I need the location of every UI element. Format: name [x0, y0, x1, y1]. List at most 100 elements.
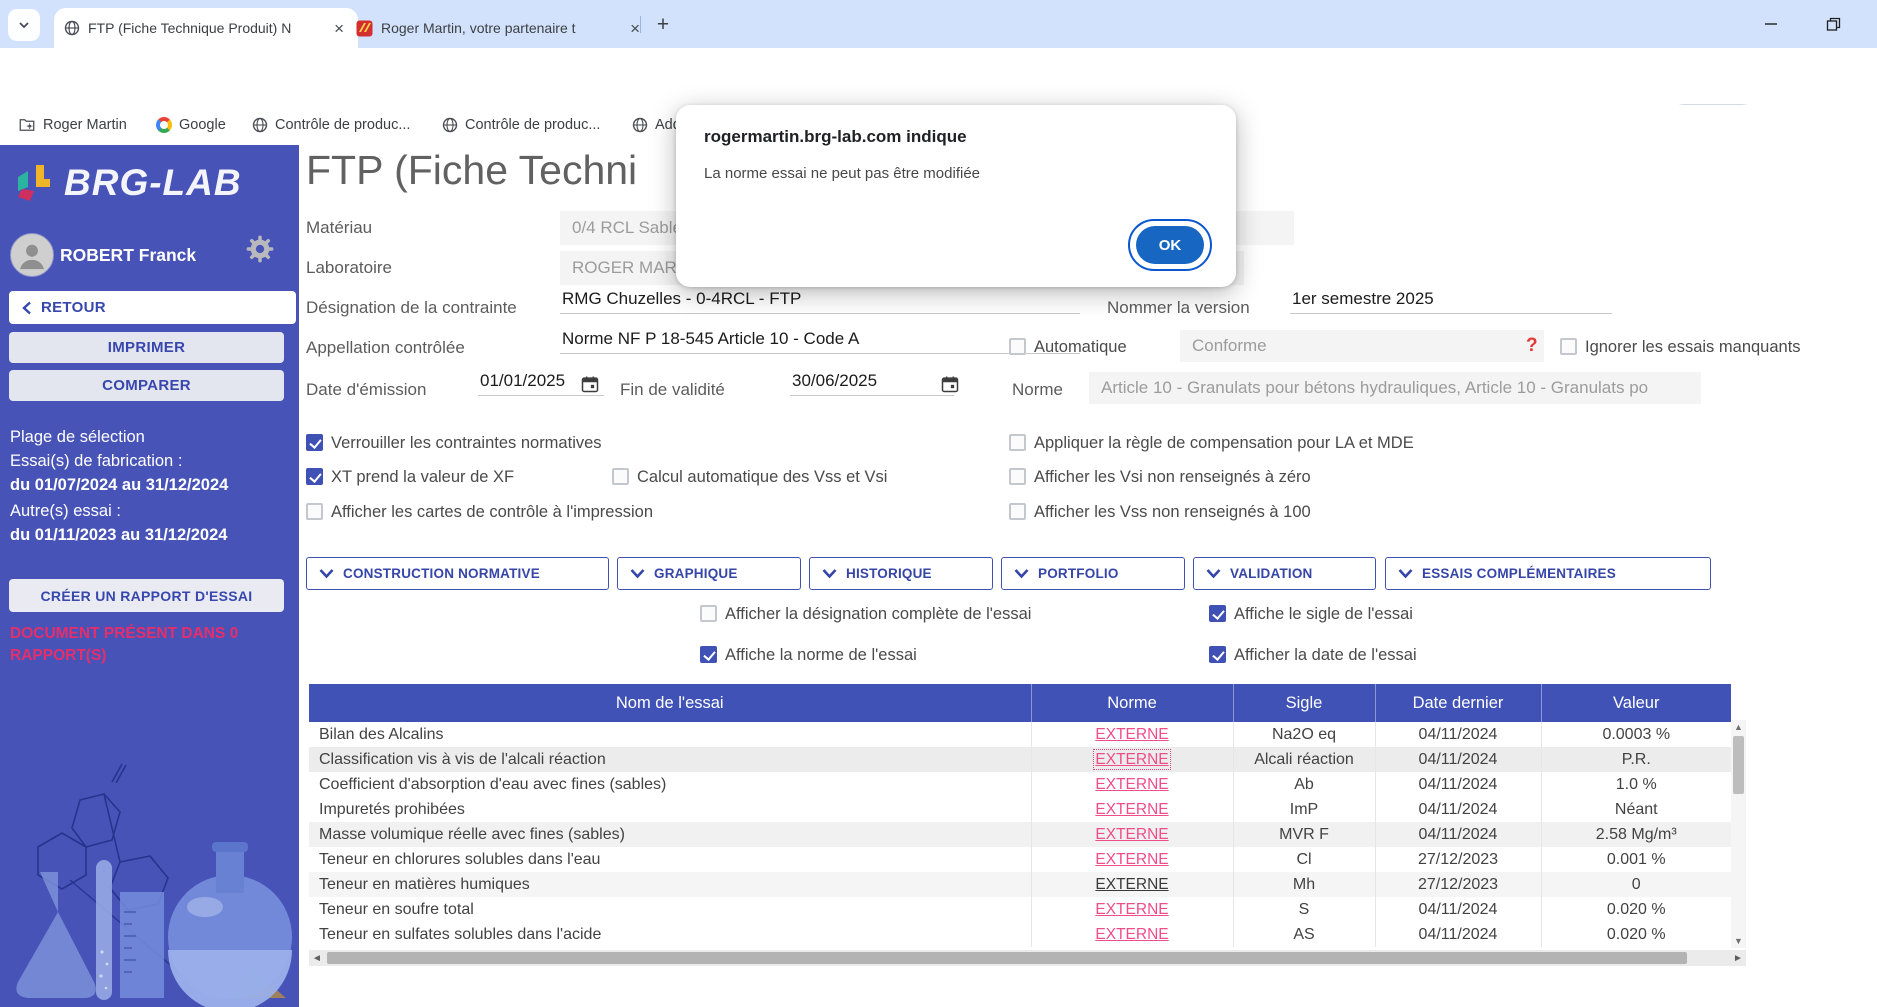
- checkbox-verrouiller[interactable]: [306, 434, 323, 451]
- create-report-label: CRÉER UN RAPPORT D'ESSAI: [41, 588, 253, 604]
- close-tab-icon[interactable]: ×: [626, 19, 644, 38]
- essai-date: 04/11/2024: [1375, 747, 1541, 772]
- norme-externe-link[interactable]: EXTERNE: [1095, 926, 1168, 943]
- designation-input[interactable]: [560, 289, 1080, 314]
- accordion-historique[interactable]: HISTORIQUE: [809, 557, 993, 590]
- norme-externe-link[interactable]: EXTERNE: [1095, 726, 1168, 743]
- checkbox-calcul-vss-vsi[interactable]: [612, 468, 629, 485]
- retour-label: RETOUR: [41, 299, 106, 316]
- table-row[interactable]: Classification vis à vis de l'alcali réa…: [309, 747, 1731, 772]
- calendar-icon[interactable]: [580, 374, 600, 399]
- date-emission-label: Date d'émission: [306, 380, 426, 400]
- help-question-mark[interactable]: ?: [1526, 335, 1538, 357]
- compare-label: COMPARER: [102, 377, 191, 394]
- checkbox-automatique[interactable]: [1009, 338, 1026, 355]
- essai-sigle: Alcali réaction: [1233, 747, 1375, 772]
- checkbox-vss-100[interactable]: [1009, 503, 1026, 520]
- version-input[interactable]: [1290, 289, 1612, 314]
- table-horizontal-scrollbar[interactable]: ◄ ►: [309, 950, 1746, 966]
- table-vertical-scrollbar[interactable]: ▲ ▼: [1731, 720, 1746, 948]
- table-row[interactable]: Masse volumique réelle avec fines (sable…: [309, 822, 1731, 847]
- scroll-up-icon[interactable]: ▲: [1731, 720, 1746, 734]
- fin-validite-input[interactable]: [790, 371, 954, 396]
- norme-externe-link[interactable]: EXTERNE: [1095, 876, 1168, 893]
- norme-externe-link[interactable]: EXTERNE: [1095, 801, 1168, 818]
- other-essai-range: du 01/11/2023 au 31/12/2024: [10, 526, 227, 545]
- accordion-label: CONSTRUCTION NORMATIVE: [343, 566, 540, 581]
- norme-externe-link[interactable]: EXTERNE: [1095, 751, 1168, 768]
- bookmark-roger-martin[interactable]: Roger Martin: [18, 105, 127, 145]
- checkbox-designation-complete[interactable]: [700, 605, 717, 622]
- accordion-validation[interactable]: VALIDATION: [1193, 557, 1376, 590]
- verrouiller-label: Verrouiller les contraintes normatives: [331, 434, 602, 453]
- essai-name: Masse volumique réelle avec fines (sable…: [309, 822, 1031, 847]
- tab-ftp[interactable]: FTP (Fiche Technique Produit) N ×: [54, 8, 358, 48]
- scroll-left-icon[interactable]: ◄: [309, 950, 325, 966]
- bookmark-add[interactable]: Add: [632, 105, 681, 145]
- norme-externe-link[interactable]: EXTERNE: [1095, 851, 1168, 868]
- col-norme: Norme: [1031, 684, 1233, 722]
- table-row[interactable]: Coefficient d'absorption d'eau avec fine…: [309, 772, 1731, 797]
- chevron-down-icon: [630, 568, 645, 579]
- bookmark-controle-2[interactable]: Contrôle de produc...: [442, 105, 600, 145]
- essai-name: Coefficient d'absorption d'eau avec fine…: [309, 772, 1031, 797]
- table-row[interactable]: Teneur en matières humiques EXTERNE Mh 2…: [309, 872, 1731, 897]
- essai-date: 04/11/2024: [1375, 722, 1541, 747]
- new-tab-button[interactable]: +: [650, 12, 676, 38]
- checkbox-affiche-norme[interactable]: [700, 646, 717, 663]
- window-restore-button[interactable]: [1818, 12, 1848, 36]
- essai-valeur: 0.0003 %: [1541, 722, 1731, 747]
- col-valeur: Valeur: [1541, 684, 1731, 722]
- vertical-scroll-thumb[interactable]: [1733, 736, 1744, 794]
- appellation-input[interactable]: [560, 329, 1080, 354]
- gear-icon[interactable]: [244, 233, 276, 270]
- accordion-construction-normative[interactable]: CONSTRUCTION NORMATIVE: [306, 557, 609, 590]
- norme-externe-link[interactable]: EXTERNE: [1095, 901, 1168, 918]
- calendar-icon[interactable]: [940, 374, 960, 399]
- back-retour-button[interactable]: RETOUR: [9, 291, 296, 324]
- norme-externe-link[interactable]: EXTERNE: [1095, 776, 1168, 793]
- table-row[interactable]: Bilan des Alcalins EXTERNE Na2O eq 04/11…: [309, 722, 1731, 747]
- bookmark-controle-1[interactable]: Contrôle de produc...: [252, 105, 410, 145]
- checkbox-xt-xf[interactable]: [306, 468, 323, 485]
- norme-externe-link[interactable]: EXTERNE: [1095, 826, 1168, 843]
- essai-sigle: Na2O eq: [1233, 722, 1375, 747]
- compensation-label: Appliquer la règle de compensation pour …: [1034, 434, 1414, 453]
- compare-button[interactable]: COMPARER: [9, 370, 284, 401]
- essai-name: Teneur en sulfates solubles dans l'acide: [309, 922, 1031, 947]
- checkbox-compensation[interactable]: [1009, 434, 1026, 451]
- scroll-right-icon[interactable]: ►: [1730, 950, 1746, 966]
- selection-title: Plage de sélection: [10, 428, 145, 447]
- essai-valeur: 2.58 Mg/m³: [1541, 822, 1731, 847]
- tab-roger-martin[interactable]: Roger Martin, votre partenaire t ×: [346, 8, 654, 48]
- chevron-down-icon: [319, 568, 334, 579]
- window-minimize-button[interactable]: [1756, 12, 1786, 36]
- checkbox-vsi-zero[interactable]: [1009, 468, 1026, 485]
- create-report-button[interactable]: CRÉER UN RAPPORT D'ESSAI: [9, 579, 284, 612]
- browser-toolbar: rogermartin.brg-lab.com/BRG-LAB/PAGE_Pla…: [0, 48, 1877, 105]
- accordion-essais-complementaires[interactable]: ESSAIS COMPLÉMENTAIRES: [1385, 557, 1711, 590]
- tab-search-button[interactable]: [8, 9, 40, 41]
- table-row[interactable]: Teneur en sulfates solubles dans l'acide…: [309, 922, 1731, 947]
- table-row[interactable]: Teneur en chlorures solubles dans l'eau …: [309, 847, 1731, 872]
- essai-date: 04/11/2024: [1375, 822, 1541, 847]
- restore-icon: [1826, 17, 1841, 32]
- checkbox-cartes-controle[interactable]: [306, 503, 323, 520]
- print-button[interactable]: IMPRIMER: [9, 332, 284, 363]
- horizontal-scroll-thumb[interactable]: [327, 952, 1687, 964]
- table-row[interactable]: Teneur en soufre total EXTERNE S 04/11/2…: [309, 897, 1731, 922]
- scroll-down-icon[interactable]: ▼: [1731, 934, 1746, 948]
- conforme-field: Conforme: [1180, 330, 1544, 362]
- ok-button[interactable]: OK: [1136, 226, 1204, 264]
- affiche-sigle-label: Affiche le sigle de l'essai: [1234, 605, 1413, 624]
- checkbox-affiche-sigle[interactable]: [1209, 605, 1226, 622]
- bookmark-google[interactable]: Google: [156, 105, 226, 145]
- accordion-portfolio[interactable]: PORTFOLIO: [1001, 557, 1185, 590]
- checkbox-ignorer-essais[interactable]: [1560, 338, 1577, 355]
- table-row[interactable]: Impuretés prohibées EXTERNE ImP 04/11/20…: [309, 797, 1731, 822]
- vsi-zero-label: Afficher les Vsi non renseignés à zéro: [1034, 468, 1311, 487]
- sidebar: BRG-LAB ROBERT Franck: [0, 145, 299, 1007]
- cartes-controle-label: Afficher les cartes de contrôle à l'impr…: [331, 503, 653, 522]
- checkbox-affiche-date[interactable]: [1209, 646, 1226, 663]
- accordion-graphique[interactable]: GRAPHIQUE: [617, 557, 801, 590]
